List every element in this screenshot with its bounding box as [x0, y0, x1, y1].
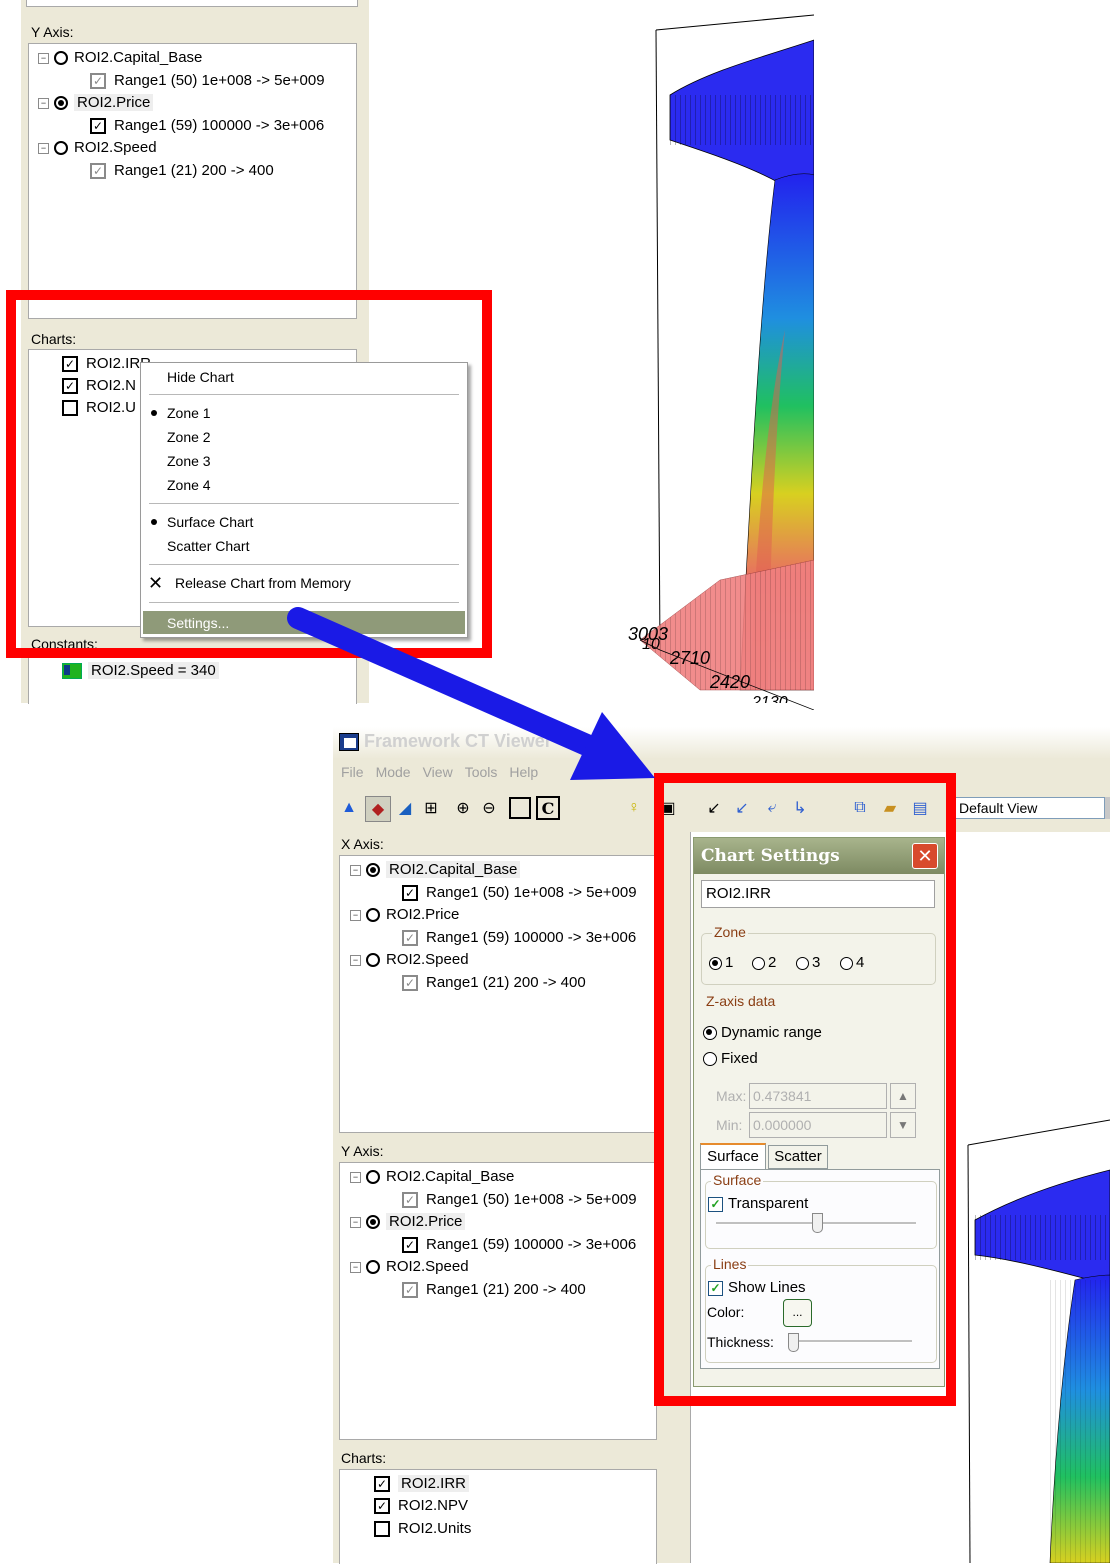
x-tree-range-capital-base[interactable]: ✓ Range1 (50) 1e+008 -> 5e+009 [402, 882, 637, 904]
bulb-icon[interactable]: ♀ [622, 796, 646, 820]
checkbox-icon[interactable]: ✓ [402, 1192, 418, 1209]
charts-label: Charts: [341, 1450, 387, 1466]
checkbox-icon[interactable]: ✓ [402, 930, 418, 947]
collapse-icon[interactable]: − [350, 1261, 361, 1273]
collapse-icon[interactable]: − [350, 864, 361, 876]
x-tree-range-speed[interactable]: ✓ Range1 (21) 200 -> 400 [402, 972, 586, 994]
tree-item-label: ROI2.Speed [386, 1258, 469, 1275]
tree-item-label: ROI2.Capital_Base [74, 49, 203, 66]
radio-icon[interactable] [366, 1260, 380, 1275]
chart-item-irr[interactable]: ✓ ROI2.IRR [374, 1473, 470, 1495]
tree-item-label: ROI2.Speed [386, 951, 469, 968]
collapse-icon[interactable]: − [350, 1171, 361, 1183]
tree-range-price[interactable]: ✓ Range1 (59) 100000 -> 3e+006 [90, 115, 324, 137]
checkbox-checked-icon[interactable]: ✓ [374, 1498, 390, 1515]
grid-icon[interactable]: ⊞ [419, 796, 443, 820]
range-label: Range1 (21) 200 -> 400 [426, 1281, 586, 1298]
radio-icon[interactable] [366, 953, 380, 968]
range-label: Range1 (21) 200 -> 400 [426, 974, 586, 991]
checkbox-icon[interactable]: ✓ [402, 1282, 418, 1299]
range-label: Range1 (59) 100000 -> 3e+006 [426, 929, 637, 946]
radio-selected-icon[interactable] [366, 863, 380, 878]
x-tree-item-capital-base[interactable]: − ROI2.Capital_Base [350, 859, 521, 881]
radio-selected-icon[interactable] [54, 96, 68, 111]
y-tree-item-speed[interactable]: − ROI2.Speed [350, 1256, 469, 1278]
zoom-out-icon[interactable]: ⊖ [477, 796, 501, 820]
checkbox-checked-icon[interactable]: ✓ [374, 1476, 390, 1493]
tree-item-speed[interactable]: − ROI2.Speed [38, 137, 157, 159]
collapse-icon[interactable]: − [38, 142, 49, 154]
collapse-icon[interactable]: − [38, 52, 49, 64]
top-tree-fragment [26, 0, 358, 7]
surface-tool-icon[interactable]: ◆ [365, 796, 391, 822]
view-select[interactable]: Default View [955, 797, 1105, 819]
box-tool-icon[interactable] [508, 796, 532, 820]
checkbox-checked-icon[interactable]: ✓ [90, 118, 106, 135]
collapse-icon[interactable]: − [38, 97, 49, 109]
chart-item-units[interactable]: ROI2.Units [374, 1518, 471, 1540]
collapse-icon[interactable]: − [350, 1216, 361, 1228]
triangle-tool-icon[interactable]: ▲ [337, 796, 361, 820]
checkbox-icon[interactable]: ✓ [90, 73, 106, 90]
radio-icon[interactable] [366, 1170, 380, 1185]
range-label: Range1 (59) 100000 -> 3e+006 [426, 1236, 637, 1253]
x-tree-item-speed[interactable]: − ROI2.Speed [350, 949, 469, 971]
constant-item[interactable]: ROI2.Speed = 340 [62, 660, 219, 682]
checkbox-checked-icon[interactable]: ✓ [402, 885, 418, 902]
highlight-box-dialog [654, 773, 956, 1406]
tree-range-capital-base[interactable]: ✓ Range1 (50) 1e+008 -> 5e+009 [90, 70, 325, 92]
x-tree-range-price[interactable]: ✓ Range1 (59) 100000 -> 3e+006 [402, 927, 636, 949]
range-label: Range1 (50) 1e+008 -> 5e+009 [426, 884, 637, 901]
range-label: Range1 (21) 200 -> 400 [114, 162, 274, 179]
tree-range-speed[interactable]: ✓ Range1 (21) 200 -> 400 [90, 160, 274, 182]
chart-item-label: ROI2.IRR [398, 1475, 470, 1492]
tree-item-label: ROI2.Capital_Base [386, 1168, 515, 1185]
y-tree-item-price[interactable]: − ROI2.Price [350, 1211, 466, 1233]
bottom-surface-chart [967, 1119, 1110, 1563]
top-y-axis-label: Y Axis: [31, 24, 74, 40]
tree-item-label: ROI2.Capital_Base [386, 861, 521, 878]
range-label: Range1 (50) 1e+008 -> 5e+009 [114, 72, 325, 89]
tree-item-label: ROI2.Price [74, 94, 154, 111]
range-label: Range1 (50) 1e+008 -> 5e+009 [426, 1191, 637, 1208]
constant-label: ROI2.Speed = 340 [88, 662, 219, 679]
collapse-icon[interactable]: − [350, 954, 361, 966]
checkbox-icon[interactable] [374, 1521, 390, 1538]
blue-arrow [287, 607, 655, 780]
constant-icon [62, 663, 82, 680]
x-tree-item-price[interactable]: − ROI2.Price [350, 904, 459, 926]
tree-item-label: ROI2.Price [386, 1213, 466, 1230]
zoom-in-icon[interactable]: ⊕ [451, 796, 475, 820]
color-surface-icon[interactable]: ◢ [393, 796, 417, 820]
chart-item-npv[interactable]: ✓ ROI2.NPV [374, 1495, 468, 1517]
tree-item-capital-base[interactable]: − ROI2.Capital_Base [38, 47, 202, 69]
y-tree-range-speed[interactable]: ✓ Range1 (21) 200 -> 400 [402, 1279, 586, 1301]
y-axis-label: Y Axis: [341, 1143, 384, 1159]
radio-icon[interactable] [54, 51, 68, 66]
chart-item-label: ROI2.NPV [398, 1497, 469, 1514]
y-tree-range-price[interactable]: ✓ Range1 (59) 100000 -> 3e+006 [402, 1234, 636, 1256]
y-tree-range-capital-base[interactable]: ✓ Range1 (50) 1e+008 -> 5e+009 [402, 1189, 637, 1211]
radio-selected-icon[interactable] [366, 1215, 380, 1230]
collapse-icon[interactable]: − [350, 909, 361, 921]
tree-item-price[interactable]: − ROI2.Price [38, 92, 154, 114]
radio-icon[interactable] [54, 141, 68, 156]
c-tool-icon[interactable]: C [536, 796, 560, 820]
tree-item-label: ROI2.Speed [74, 139, 157, 156]
view-select-button[interactable] [1105, 797, 1110, 819]
range-label: Range1 (59) 100000 -> 3e+006 [114, 117, 325, 134]
x-axis-label: X Axis: [341, 836, 384, 852]
checkbox-icon[interactable]: ✓ [402, 975, 418, 992]
checkbox-icon[interactable]: ✓ [90, 163, 106, 180]
view-select-value: Default View [959, 800, 1038, 816]
chart-tick-label: 2130 [752, 694, 788, 703]
chart-item-label: ROI2.Units [398, 1520, 472, 1537]
y-tree-item-capital-base[interactable]: − ROI2.Capital_Base [350, 1166, 514, 1188]
checkbox-checked-icon[interactable]: ✓ [402, 1237, 418, 1254]
tree-item-label: ROI2.Price [386, 906, 460, 923]
chart-tick-label: 2420 [710, 672, 751, 692]
radio-icon[interactable] [366, 908, 380, 923]
